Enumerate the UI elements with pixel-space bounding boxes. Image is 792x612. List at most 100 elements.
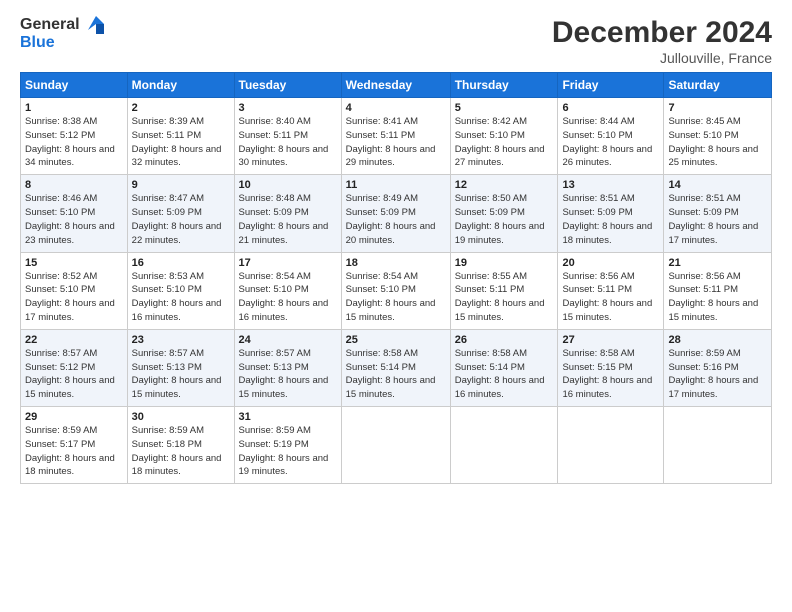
day-number: 13 [562, 179, 659, 191]
header: General Blue December 2024 Jullouville, … [20, 16, 772, 66]
day-detail: Sunrise: 8:51 AMSunset: 5:09 PMDaylight:… [668, 193, 758, 245]
day-detail: Sunrise: 8:59 AMSunset: 5:18 PMDaylight:… [132, 425, 222, 477]
day-number: 3 [239, 102, 337, 114]
col-header-friday: Friday [558, 73, 664, 98]
day-cell-27: 27 Sunrise: 8:58 AMSunset: 5:15 PMDaylig… [558, 329, 664, 406]
day-detail: Sunrise: 8:56 AMSunset: 5:11 PMDaylight:… [668, 271, 758, 323]
day-detail: Sunrise: 8:39 AMSunset: 5:11 PMDaylight:… [132, 116, 222, 168]
empty-cell-w5-d4 [450, 407, 558, 484]
day-cell-8: 8 Sunrise: 8:46 AMSunset: 5:10 PMDayligh… [21, 175, 128, 252]
day-detail: Sunrise: 8:59 AMSunset: 5:17 PMDaylight:… [25, 425, 115, 477]
day-number: 23 [132, 334, 230, 346]
day-cell-5: 5 Sunrise: 8:42 AMSunset: 5:10 PMDayligh… [450, 98, 558, 175]
day-cell-2: 2 Sunrise: 8:39 AMSunset: 5:11 PMDayligh… [127, 98, 234, 175]
day-cell-28: 28 Sunrise: 8:59 AMSunset: 5:16 PMDaylig… [664, 329, 772, 406]
week-row-3: 15 Sunrise: 8:52 AMSunset: 5:10 PMDaylig… [21, 252, 772, 329]
day-cell-1: 1 Sunrise: 8:38 AMSunset: 5:12 PMDayligh… [21, 98, 128, 175]
col-header-saturday: Saturday [664, 73, 772, 98]
day-number: 30 [132, 411, 230, 423]
day-number: 16 [132, 257, 230, 269]
day-detail: Sunrise: 8:59 AMSunset: 5:19 PMDaylight:… [239, 425, 329, 477]
day-detail: Sunrise: 8:59 AMSunset: 5:16 PMDaylight:… [668, 348, 758, 400]
week-row-5: 29 Sunrise: 8:59 AMSunset: 5:17 PMDaylig… [21, 407, 772, 484]
day-cell-16: 16 Sunrise: 8:53 AMSunset: 5:10 PMDaylig… [127, 252, 234, 329]
col-header-thursday: Thursday [450, 73, 558, 98]
day-cell-9: 9 Sunrise: 8:47 AMSunset: 5:09 PMDayligh… [127, 175, 234, 252]
day-number: 28 [668, 334, 767, 346]
day-number: 29 [25, 411, 123, 423]
day-detail: Sunrise: 8:40 AMSunset: 5:11 PMDaylight:… [239, 116, 329, 168]
day-number: 7 [668, 102, 767, 114]
day-cell-20: 20 Sunrise: 8:56 AMSunset: 5:11 PMDaylig… [558, 252, 664, 329]
day-detail: Sunrise: 8:49 AMSunset: 5:09 PMDaylight:… [346, 193, 436, 245]
day-detail: Sunrise: 8:55 AMSunset: 5:11 PMDaylight:… [455, 271, 545, 323]
day-cell-31: 31 Sunrise: 8:59 AMSunset: 5:19 PMDaylig… [234, 407, 341, 484]
day-cell-15: 15 Sunrise: 8:52 AMSunset: 5:10 PMDaylig… [21, 252, 128, 329]
day-detail: Sunrise: 8:58 AMSunset: 5:14 PMDaylight:… [455, 348, 545, 400]
logo-general-text: General [20, 16, 80, 34]
day-detail: Sunrise: 8:57 AMSunset: 5:12 PMDaylight:… [25, 348, 115, 400]
logo-blue-text: Blue [20, 34, 55, 51]
day-cell-6: 6 Sunrise: 8:44 AMSunset: 5:10 PMDayligh… [558, 98, 664, 175]
title-block: December 2024 Jullouville, France [552, 16, 772, 66]
day-detail: Sunrise: 8:50 AMSunset: 5:09 PMDaylight:… [455, 193, 545, 245]
day-number: 22 [25, 334, 123, 346]
week-row-1: 1 Sunrise: 8:38 AMSunset: 5:12 PMDayligh… [21, 98, 772, 175]
col-header-wednesday: Wednesday [341, 73, 450, 98]
subtitle: Jullouville, France [552, 50, 772, 66]
day-detail: Sunrise: 8:44 AMSunset: 5:10 PMDaylight:… [562, 116, 652, 168]
day-detail: Sunrise: 8:54 AMSunset: 5:10 PMDaylight:… [346, 271, 436, 323]
day-detail: Sunrise: 8:52 AMSunset: 5:10 PMDaylight:… [25, 271, 115, 323]
day-detail: Sunrise: 8:48 AMSunset: 5:09 PMDaylight:… [239, 193, 329, 245]
day-number: 31 [239, 411, 337, 423]
week-row-2: 8 Sunrise: 8:46 AMSunset: 5:10 PMDayligh… [21, 175, 772, 252]
day-number: 1 [25, 102, 123, 114]
day-detail: Sunrise: 8:57 AMSunset: 5:13 PMDaylight:… [239, 348, 329, 400]
day-detail: Sunrise: 8:57 AMSunset: 5:13 PMDaylight:… [132, 348, 222, 400]
day-detail: Sunrise: 8:47 AMSunset: 5:09 PMDaylight:… [132, 193, 222, 245]
day-cell-17: 17 Sunrise: 8:54 AMSunset: 5:10 PMDaylig… [234, 252, 341, 329]
day-cell-3: 3 Sunrise: 8:40 AMSunset: 5:11 PMDayligh… [234, 98, 341, 175]
day-detail: Sunrise: 8:46 AMSunset: 5:10 PMDaylight:… [25, 193, 115, 245]
day-number: 26 [455, 334, 554, 346]
empty-cell-w5-d6 [664, 407, 772, 484]
day-number: 17 [239, 257, 337, 269]
calendar-header-row: Sunday Monday Tuesday Wednesday Thursday… [21, 73, 772, 98]
day-number: 12 [455, 179, 554, 191]
day-number: 25 [346, 334, 446, 346]
day-number: 4 [346, 102, 446, 114]
day-detail: Sunrise: 8:54 AMSunset: 5:10 PMDaylight:… [239, 271, 329, 323]
col-header-sunday: Sunday [21, 73, 128, 98]
col-header-monday: Monday [127, 73, 234, 98]
logo-text-block: General Blue [20, 16, 104, 52]
day-cell-22: 22 Sunrise: 8:57 AMSunset: 5:12 PMDaylig… [21, 329, 128, 406]
day-cell-23: 23 Sunrise: 8:57 AMSunset: 5:13 PMDaylig… [127, 329, 234, 406]
day-detail: Sunrise: 8:58 AMSunset: 5:15 PMDaylight:… [562, 348, 652, 400]
day-cell-12: 12 Sunrise: 8:50 AMSunset: 5:09 PMDaylig… [450, 175, 558, 252]
logo-arrow-icon [84, 16, 104, 34]
page: General Blue December 2024 Jullouville, … [0, 0, 792, 612]
col-header-tuesday: Tuesday [234, 73, 341, 98]
day-number: 20 [562, 257, 659, 269]
day-number: 27 [562, 334, 659, 346]
day-detail: Sunrise: 8:58 AMSunset: 5:14 PMDaylight:… [346, 348, 436, 400]
week-row-4: 22 Sunrise: 8:57 AMSunset: 5:12 PMDaylig… [21, 329, 772, 406]
day-number: 15 [25, 257, 123, 269]
day-detail: Sunrise: 8:41 AMSunset: 5:11 PMDaylight:… [346, 116, 436, 168]
logo: General Blue [20, 16, 104, 52]
day-cell-30: 30 Sunrise: 8:59 AMSunset: 5:18 PMDaylig… [127, 407, 234, 484]
day-cell-19: 19 Sunrise: 8:55 AMSunset: 5:11 PMDaylig… [450, 252, 558, 329]
day-cell-14: 14 Sunrise: 8:51 AMSunset: 5:09 PMDaylig… [664, 175, 772, 252]
day-cell-11: 11 Sunrise: 8:49 AMSunset: 5:09 PMDaylig… [341, 175, 450, 252]
day-detail: Sunrise: 8:42 AMSunset: 5:10 PMDaylight:… [455, 116, 545, 168]
empty-cell-w5-d3 [341, 407, 450, 484]
day-cell-10: 10 Sunrise: 8:48 AMSunset: 5:09 PMDaylig… [234, 175, 341, 252]
day-number: 24 [239, 334, 337, 346]
day-number: 18 [346, 257, 446, 269]
day-cell-29: 29 Sunrise: 8:59 AMSunset: 5:17 PMDaylig… [21, 407, 128, 484]
empty-cell-w5-d5 [558, 407, 664, 484]
day-number: 21 [668, 257, 767, 269]
day-number: 8 [25, 179, 123, 191]
day-number: 9 [132, 179, 230, 191]
day-cell-24: 24 Sunrise: 8:57 AMSunset: 5:13 PMDaylig… [234, 329, 341, 406]
